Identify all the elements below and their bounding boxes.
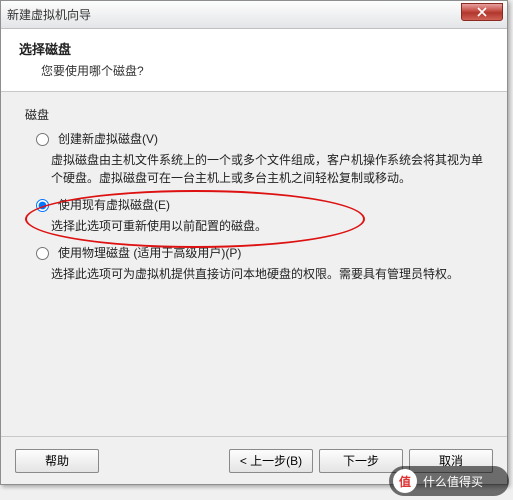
option-label: 使用现有虚拟磁盘(E) <box>58 197 170 213</box>
option-physical-disk[interactable]: 使用物理磁盘 (适用于高级用户)(P) <box>31 245 483 261</box>
watermark: 值 什么值得买 <box>389 466 509 496</box>
next-button[interactable]: 下一步 <box>319 449 403 473</box>
option-label: 使用物理磁盘 (适用于高级用户)(P) <box>58 245 241 261</box>
option-create-new-disk[interactable]: 创建新虚拟磁盘(V) <box>31 131 483 147</box>
page-subtitle: 您要使用哪个磁盘? <box>41 62 489 79</box>
close-button[interactable] <box>461 3 503 21</box>
radio-use-existing[interactable] <box>36 199 49 212</box>
radio-create-new[interactable] <box>36 133 49 146</box>
option-desc: 选择此选项可为虚拟机提供直接访问本地硬盘的权限。需要具有管理员特权。 <box>51 265 483 283</box>
page-title: 选择磁盘 <box>19 39 489 58</box>
section-label: 磁盘 <box>25 106 483 123</box>
back-button[interactable]: < 上一步(B) <box>229 449 313 473</box>
wizard-dialog: 新建虚拟机向导 选择磁盘 您要使用哪个磁盘? 磁盘 创建新虚拟磁盘(V) 虚拟磁… <box>0 0 508 485</box>
close-icon <box>477 7 487 17</box>
option-desc: 选择此选项可重新使用以前配置的磁盘。 <box>51 217 483 235</box>
watermark-badge: 值 <box>393 469 417 493</box>
window-title: 新建虚拟机向导 <box>7 6 91 23</box>
radio-physical[interactable] <box>36 247 49 260</box>
titlebar: 新建虚拟机向导 <box>1 1 507 29</box>
option-label: 创建新虚拟磁盘(V) <box>58 131 158 147</box>
watermark-text: 什么值得买 <box>423 473 483 490</box>
header: 选择磁盘 您要使用哪个磁盘? <box>1 29 507 92</box>
option-use-existing-disk[interactable]: 使用现有虚拟磁盘(E) <box>31 197 483 213</box>
content-area: 磁盘 创建新虚拟磁盘(V) 虚拟磁盘由主机文件系统上的一个或多个文件组成，客户机… <box>1 92 507 436</box>
option-desc: 虚拟磁盘由主机文件系统上的一个或多个文件组成，客户机操作系统会将其视为单个硬盘。… <box>51 151 483 187</box>
help-button[interactable]: 帮助 <box>15 449 99 473</box>
